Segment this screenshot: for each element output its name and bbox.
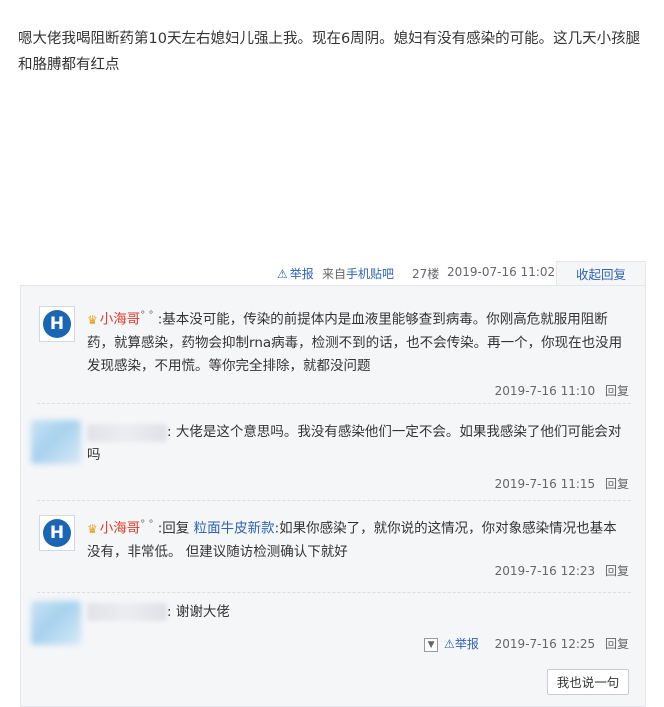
warning-icon: ⚠ [444,637,455,651]
reply-button[interactable]: 回复 [605,477,629,491]
reply-time: 2019-7-16 12:25 [494,637,596,651]
reply-button[interactable]: 回复 [605,564,629,578]
username[interactable]: 小海哥 [100,521,141,537]
report-link[interactable]: ⚠举报 [277,265,314,282]
blurred-avatar-image [31,420,81,464]
report-label: 举报 [289,267,314,281]
reply-to-user-link[interactable]: 粒面牛皮新款 [194,521,275,537]
post-content: 嗯大佬我喝阻断药第10天左右媳妇儿强上我。现在6周阴。媳妇有没有感染的可能。这几… [18,31,641,73]
reply-prefix: :回复 [157,520,190,537]
level-badge: ° ° [140,519,154,530]
reply-body: : 谢谢大佬 [87,601,627,624]
reply-footer: 2019-7-16 11:15 回复 [495,475,629,492]
crown-icon: ♛ [87,521,98,536]
post-source: 来自手机贴吧 [322,265,394,282]
reply-body: : 大佬是这个意思吗。我没有感染他们一定不会。如果我感染了他们可能会对吗 [87,421,627,467]
report-link[interactable]: ⚠举报 [444,637,479,651]
reply-item: H ♛ 小海哥° ° :基本没可能，传染的前提体内是血液里能够查到病毒。你刚高危就… [21,286,645,404]
reply-text: : 大佬是这个意思吗。我没有感染他们一定不会。如果我感染了他们可能会对吗 [87,424,622,463]
post-time: 2019-07-16 11:02 [447,265,556,279]
avatar[interactable]: H [39,515,75,551]
reply-time: 2019-7-16 11:15 [494,477,596,491]
reply-button[interactable]: 回复 [605,384,629,398]
avatar[interactable]: H [39,306,75,342]
report-label: 举报 [454,637,479,651]
avatar-logo-icon: H [43,310,71,338]
reply-footer: ▼ ⚠举报 2019-7-16 12:25 回复 [424,635,629,652]
reply-footer: 2019-7-16 11:10 回复 [495,382,629,399]
level-badge: ° ° [140,310,154,321]
username[interactable]: 小海哥 [100,312,141,328]
floor-number: 27楼 [412,267,440,281]
reply-item: : 大佬是这个意思吗。我没有感染他们一定不会。如果我感染了他们可能会对吗 201… [21,404,645,501]
crown-icon: ♛ [87,312,98,327]
reply-time: 2019-7-16 12:23 [494,564,596,578]
avatar-logo-icon: H [43,519,71,547]
collapse-replies-button[interactable]: 收起回复 [556,261,646,288]
reply-panel: H ♛ 小海哥° ° :基本没可能，传染的前提体内是血液里能够查到病毒。你刚高危就… [20,285,646,707]
reply-body: ♛ 小海哥° ° :回复 粒面牛皮新款:如果你感染了，就你说的这情况，你对象感染情… [87,513,627,564]
reply-item: H ♛ 小海哥° ° :回复 粒面牛皮新款:如果你感染了，就你说的这情况，你对象感… [21,501,645,593]
blurred-avatar-image [31,601,81,645]
dropdown-arrow-icon[interactable]: ▼ [424,637,439,652]
avatar[interactable] [31,420,81,464]
avatar[interactable] [31,601,81,645]
reply-text: : 谢谢大佬 [167,604,230,620]
warning-icon: ⚠ [277,267,288,281]
source-prefix: 来自 [322,267,347,281]
reply-time: 2019-7-16 11:10 [494,384,596,398]
reply-item: : 谢谢大佬 ▼ ⚠举报 2019-7-16 12:25 回复 [21,593,645,663]
source-link[interactable]: 手机贴吧 [346,267,394,281]
post-meta-bar: ⚠ 举报 来自手机贴吧 27楼 2019-07-16 11:02 收起回复 [0,261,664,288]
reply-body: ♛ 小海哥° ° :基本没可能，传染的前提体内是血液里能够查到病毒。你刚高危就服用… [87,304,627,378]
reply-button[interactable]: 回复 [605,637,629,651]
add-comment-button[interactable]: 我也说一句 [547,669,629,695]
reply-footer: 2019-7-16 12:23 回复 [495,562,629,579]
reply-text: :基本没可能，传染的前提体内是血液里能够查到病毒。你刚高危就服用阻断药，就算感染… [87,311,623,374]
